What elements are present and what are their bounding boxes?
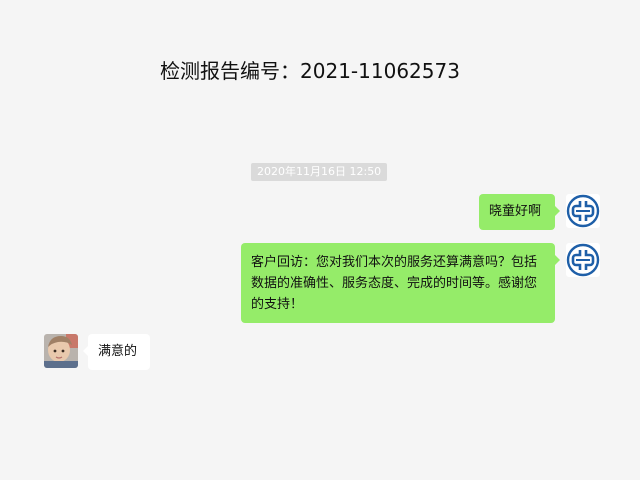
page-title: 检测报告编号：2021-11062573: [160, 59, 460, 83]
message-text: 晓童好啊: [489, 204, 542, 219]
chat-screen: 检测报告编号：2021-11062573 2020年11月16日 12:50 晓…: [0, 0, 640, 480]
company-logo-icon[interactable]: [566, 243, 600, 277]
outgoing-message-bubble[interactable]: 客户回访：您对我们本次的服务还算满意吗？包括数据的准确性、服务态度、完成的时间等…: [241, 243, 560, 323]
outgoing-message-bubble[interactable]: 晓童好啊: [479, 194, 560, 230]
company-logo-icon[interactable]: [566, 194, 600, 228]
child-photo-avatar[interactable]: [44, 334, 78, 368]
incoming-message-bubble[interactable]: 满意的: [83, 334, 150, 370]
message-timestamp: 2020年11月16日 12:50: [251, 163, 388, 181]
message-text: 客户回访：您对我们本次的服务还算满意吗？包括数据的准确性、服务态度、完成的时间等…: [251, 255, 538, 312]
message-text: 满意的: [98, 344, 138, 359]
